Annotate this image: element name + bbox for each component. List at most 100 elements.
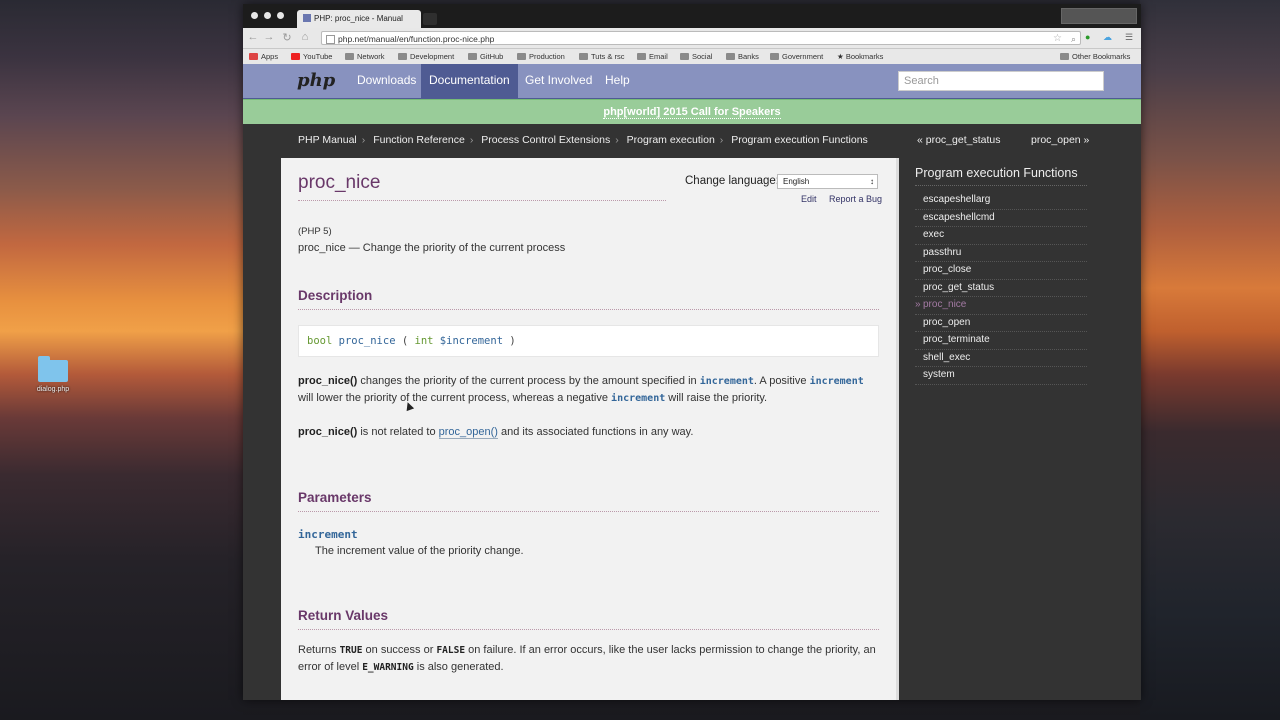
proc-open-link[interactable]: proc_open() xyxy=(438,426,498,439)
breadcrumb-separator-icon: › xyxy=(469,134,474,146)
folder-icon xyxy=(637,53,646,60)
back-icon[interactable]: ← xyxy=(247,31,259,43)
sidebar-item-proc-nice[interactable]: proc_nice xyxy=(915,297,1087,315)
sidebar-item-system[interactable]: system xyxy=(915,367,1087,385)
sidebar-item-proc-terminate[interactable]: proc_terminate xyxy=(915,332,1087,350)
new-tab-button[interactable] xyxy=(423,13,437,25)
nav-downloads[interactable]: Downloads xyxy=(349,64,424,98)
breadcrumb: PHP Manual › Function Reference › Process … xyxy=(298,134,868,146)
profile-button[interactable] xyxy=(1061,8,1137,24)
tab-strip: PHP: proc_nice - Manual xyxy=(243,4,1141,28)
sidebar-item-passthru[interactable]: passthru xyxy=(915,245,1087,262)
maximize-window-icon[interactable] xyxy=(277,12,284,19)
bookmark-banks[interactable]: Banks xyxy=(726,52,759,61)
method-synopsis: bool proc_nice ( int $increment ) xyxy=(298,325,879,357)
youtube-icon xyxy=(291,53,300,60)
address-bar[interactable]: php.net/manual/en/function.proc-nice.php… xyxy=(321,31,1081,45)
breadcrumb-item[interactable]: Process Control Extensions xyxy=(481,134,610,146)
language-select[interactable]: English xyxy=(777,174,878,189)
breadcrumb-separator-icon: › xyxy=(719,134,724,146)
php-logo[interactable]: php xyxy=(297,70,335,91)
change-language-label: Change language: xyxy=(685,175,779,187)
folder-icon xyxy=(770,53,779,60)
sidebar-item-escapeshellarg[interactable]: escapeshellarg xyxy=(915,192,1087,210)
note-paragraph: proc_nice() is not related to proc_open(… xyxy=(298,426,694,439)
page-title: proc_nice xyxy=(298,172,666,201)
browser-toolbar: ← → ↻ ⌂ php.net/manual/en/function.proc-… xyxy=(243,28,1141,49)
folder-icon xyxy=(680,53,689,60)
search-input[interactable]: Search xyxy=(898,71,1104,91)
description-paragraph: proc_nice() changes the priority of the … xyxy=(298,375,864,404)
bookmark-social[interactable]: Social xyxy=(680,52,712,61)
sidebar-item-exec[interactable]: exec xyxy=(915,227,1087,245)
php-navbar: php Downloads Documentation Get Involved… xyxy=(243,64,1141,99)
bookmark-bookmarks[interactable]: ★ Bookmarks xyxy=(837,52,883,61)
prev-link[interactable]: « proc_get_status xyxy=(917,134,1000,146)
param-name: increment xyxy=(298,528,358,541)
edit-link[interactable]: Edit xyxy=(801,194,817,204)
param-description: The increment value of the priority chan… xyxy=(315,545,524,557)
url-text: php.net/manual/en/function.proc-nice.php xyxy=(338,34,495,44)
desktop-background xyxy=(1140,0,1280,720)
breadcrumb-item[interactable]: Program execution Functions xyxy=(731,134,868,146)
star-icon: ★ xyxy=(837,52,846,61)
return-type: bool xyxy=(307,335,333,347)
bookmark-email[interactable]: Email xyxy=(637,52,668,61)
description-heading: Description xyxy=(298,288,879,310)
tab-title: PHP: proc_nice - Manual xyxy=(314,14,403,23)
method-name: proc_nice xyxy=(338,335,396,347)
sidebar-item-proc-close[interactable]: proc_close xyxy=(915,262,1087,280)
folder-icon xyxy=(726,53,735,60)
nav-get-involved[interactable]: Get Involved xyxy=(517,64,600,98)
zoom-icon[interactable]: ⌕ xyxy=(1071,32,1076,46)
bookmark-development[interactable]: Development xyxy=(398,52,454,61)
param-var: $increment xyxy=(439,335,504,347)
breadcrumb-item[interactable]: Program execution xyxy=(627,134,715,146)
folder-icon xyxy=(345,53,354,60)
bookmark-tuts[interactable]: Tuts & rsc xyxy=(579,52,624,61)
extension-icon[interactable]: ● xyxy=(1085,32,1090,42)
home-icon[interactable]: ⌂ xyxy=(299,31,311,43)
nav-help[interactable]: Help xyxy=(597,64,638,98)
page-icon xyxy=(326,35,335,44)
folder-icon xyxy=(517,53,526,60)
bookmark-other[interactable]: Other Bookmarks xyxy=(1060,52,1130,61)
bookmark-star-icon[interactable]: ☆ xyxy=(1053,32,1062,46)
banner-link[interactable]: php[world] 2015 Call for Speakers xyxy=(603,106,781,119)
sidebar-item-shell-exec[interactable]: shell_exec xyxy=(915,350,1087,367)
bookmark-youtube[interactable]: YouTube xyxy=(291,52,332,61)
breadcrumb-item[interactable]: PHP Manual xyxy=(298,134,357,146)
forward-icon[interactable]: → xyxy=(263,31,275,43)
folder-icon xyxy=(38,356,68,382)
return-values-heading: Return Values xyxy=(298,608,879,630)
sidebar: Program execution Functions escapeshella… xyxy=(915,166,1087,385)
report-bug-link[interactable]: Report a Bug xyxy=(829,194,882,204)
bookmark-github[interactable]: GitHub xyxy=(468,52,503,61)
breadcrumb-item[interactable]: Function Reference xyxy=(373,134,465,146)
folder-icon xyxy=(579,53,588,60)
close-window-icon[interactable] xyxy=(251,12,258,19)
sidebar-item-proc-get-status[interactable]: proc_get_status xyxy=(915,280,1087,297)
main-content: proc_nice Change language: English Edit … xyxy=(281,158,899,700)
bookmark-government[interactable]: Government xyxy=(770,52,823,61)
sidebar-item-escapeshellcmd[interactable]: escapeshellcmd xyxy=(915,210,1087,227)
browser-tab[interactable]: PHP: proc_nice - Manual xyxy=(297,10,421,28)
menu-icon[interactable]: ☰ xyxy=(1125,32,1133,43)
bookmark-network[interactable]: Network xyxy=(345,52,385,61)
browser-window: PHP: proc_nice - Manual ← → ↻ ⌂ php.net/… xyxy=(243,4,1141,700)
cloud-icon[interactable]: ☁ xyxy=(1103,32,1112,43)
next-link[interactable]: proc_open » xyxy=(1031,134,1089,146)
bookmark-production[interactable]: Production xyxy=(517,52,565,61)
desktop-file-icon[interactable]: dialog.php xyxy=(30,356,76,393)
nav-documentation[interactable]: Documentation xyxy=(421,64,518,98)
sidebar-item-proc-open[interactable]: proc_open xyxy=(915,315,1087,332)
minimize-window-icon[interactable] xyxy=(264,12,271,19)
folder-icon xyxy=(1060,53,1069,60)
version-info: (PHP 5) xyxy=(298,226,332,237)
announcement-banner[interactable]: php[world] 2015 Call for Speakers xyxy=(243,99,1141,124)
bookmark-apps[interactable]: Apps xyxy=(249,52,278,61)
reload-icon[interactable]: ↻ xyxy=(281,31,293,44)
ref-purpose: proc_nice — Change the priority of the c… xyxy=(298,242,566,254)
web-page: php Downloads Documentation Get Involved… xyxy=(243,64,1141,700)
breadcrumb-separator-icon: › xyxy=(615,134,619,146)
